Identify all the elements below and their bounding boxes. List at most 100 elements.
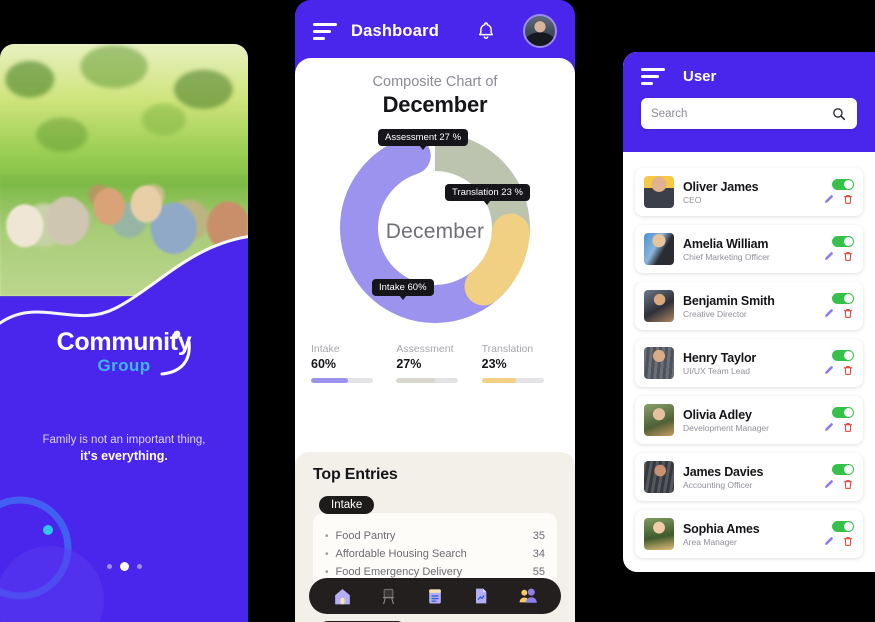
trash-icon[interactable]	[842, 535, 854, 548]
row-actions	[823, 406, 854, 434]
user-panel-title: User	[683, 68, 717, 85]
pencil-icon[interactable]	[823, 193, 835, 205]
entry-value: 34	[532, 548, 545, 560]
list-item[interactable]: • Affordable Housing Search 34	[325, 545, 545, 563]
community-logo: Community Group	[0, 330, 248, 376]
trash-icon[interactable]	[842, 478, 854, 491]
avatar[interactable]	[523, 14, 557, 48]
bullet-icon: •	[325, 566, 329, 578]
pencil-icon[interactable]	[823, 364, 835, 376]
pencil-icon[interactable]	[823, 307, 835, 319]
entry-name: Food Pantry	[335, 530, 396, 542]
tab-people[interactable]	[516, 584, 540, 608]
dashboard-content-card: Composite Chart of December December Ass…	[295, 58, 575, 622]
tooltip-assessment: Assessment 27 %	[378, 129, 469, 146]
user-panel: User Oliver James CEO	[623, 52, 875, 572]
row-action-icons	[823, 421, 854, 434]
clipboard-list-icon	[429, 589, 441, 604]
avatar	[644, 176, 674, 208]
tooltip-translation: Translation 23 %	[445, 184, 530, 201]
status-toggle[interactable]	[832, 235, 854, 247]
tab-clipboard[interactable]	[423, 584, 447, 608]
tagline-line-2: it's everything.	[80, 449, 168, 463]
user-role: CEO	[683, 194, 702, 205]
page-title: Dashboard	[351, 21, 439, 40]
status-toggle[interactable]	[832, 406, 854, 418]
table-row[interactable]: Sophia Ames Area Manager	[635, 510, 863, 558]
user-role: Accounting Officer	[683, 479, 753, 490]
list-item[interactable]: • Food Pantry 35	[325, 527, 545, 545]
user-role: Chief Marketing Officer	[683, 251, 770, 262]
tab-document[interactable]	[469, 584, 493, 608]
user-name: James Davies	[683, 464, 764, 479]
status-toggle[interactable]	[832, 178, 854, 190]
search-input[interactable]	[651, 107, 825, 120]
pencil-icon[interactable]	[823, 478, 835, 490]
screenshot-stage: Community Group Family is not an importa…	[0, 0, 875, 622]
trash-icon[interactable]	[842, 364, 854, 377]
user-meta: Oliver James CEO	[683, 180, 823, 205]
avatar	[644, 404, 674, 436]
people-icon	[519, 588, 537, 603]
legend-label: Translation	[481, 343, 534, 355]
status-toggle[interactable]	[832, 292, 854, 304]
avatar	[644, 347, 674, 379]
notification-bell-icon[interactable]	[475, 19, 497, 43]
bullet-icon: •	[325, 530, 329, 542]
legend-progress-bar	[396, 378, 459, 383]
legend-value: 23%	[481, 357, 507, 371]
row-actions	[823, 520, 854, 548]
avatar	[644, 461, 674, 493]
pencil-icon[interactable]	[823, 250, 835, 262]
trash-icon[interactable]	[842, 250, 854, 263]
trash-icon[interactable]	[842, 307, 854, 320]
user-role: Creative Director	[683, 308, 747, 319]
pager-dot-3[interactable]	[136, 564, 142, 569]
search-bar[interactable]	[641, 98, 857, 129]
legend-item-translation: Translation 23%	[481, 343, 559, 383]
tooltip-intake: Intake 60%	[372, 279, 434, 296]
table-row[interactable]: Olivia Adley Development Manager	[635, 396, 863, 444]
status-toggle[interactable]	[832, 520, 854, 532]
pager-dot-2[interactable]	[119, 562, 129, 571]
user-name: Benjamin Smith	[683, 293, 775, 308]
legend-value: 27%	[396, 357, 422, 371]
trash-icon[interactable]	[842, 193, 854, 206]
table-row[interactable]: James Davies Accounting Officer	[635, 453, 863, 501]
chart-title: December	[382, 92, 488, 117]
dashboard-header: Dashboard	[295, 0, 575, 62]
user-role: Area Manager	[683, 536, 737, 547]
pencil-icon[interactable]	[823, 421, 835, 433]
table-row[interactable]: Benjamin Smith Creative Director	[635, 282, 863, 330]
pencil-icon[interactable]	[823, 535, 835, 547]
row-actions	[823, 349, 854, 377]
status-toggle[interactable]	[832, 463, 854, 475]
avatar	[644, 290, 674, 322]
user-header-top: User	[641, 68, 857, 85]
tagline-line-1: Family is not an important thing,	[42, 434, 206, 446]
table-row[interactable]: Henry Taylor UI/UX Team Lead	[635, 339, 863, 387]
legend-progress-bar	[481, 378, 544, 383]
status-toggle[interactable]	[832, 349, 854, 361]
carousel-pager[interactable]	[0, 562, 248, 571]
table-row[interactable]: Oliver James CEO	[635, 168, 863, 216]
user-meta: Benjamin Smith Creative Director	[683, 294, 823, 319]
legend-item-intake: Intake 60%	[311, 343, 388, 383]
user-name: Henry Taylor	[683, 350, 757, 365]
hamburger-icon[interactable]	[313, 22, 337, 40]
user-panel-header: User	[623, 52, 875, 152]
tab-chair[interactable]	[377, 584, 401, 608]
hamburger-icon[interactable]	[641, 68, 665, 85]
entry-group-label-intake: Intake	[319, 496, 375, 514]
pager-dot-1[interactable]	[106, 564, 112, 569]
bottom-tab-bar	[309, 578, 561, 614]
tab-home[interactable]	[330, 584, 354, 608]
avatar	[644, 233, 674, 265]
chair-icon	[382, 588, 395, 604]
row-action-icons	[823, 364, 854, 377]
row-action-icons	[823, 193, 854, 206]
trash-icon[interactable]	[842, 421, 854, 434]
table-row[interactable]: Amelia William Chief Marketing Officer	[635, 225, 863, 273]
search-icon[interactable]	[831, 106, 847, 122]
legend-item-assessment: Assessment 27%	[396, 343, 473, 383]
